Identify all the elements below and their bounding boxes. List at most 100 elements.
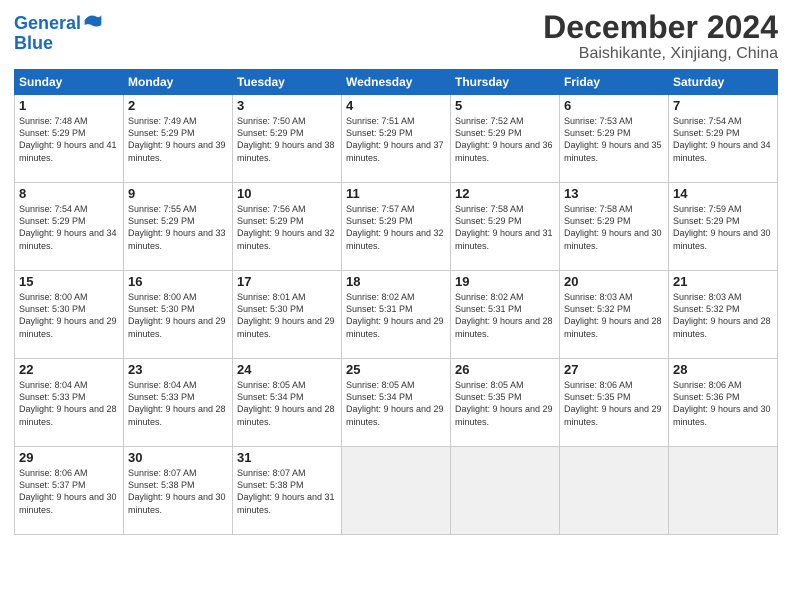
day-number: 12: [455, 186, 555, 201]
day-info: Sunrise: 8:05 AMSunset: 5:34 PMDaylight:…: [346, 379, 446, 428]
day-number: 13: [564, 186, 664, 201]
table-cell: 16 Sunrise: 8:00 AMSunset: 5:30 PMDayligh…: [124, 271, 233, 359]
day-info: Sunrise: 8:00 AMSunset: 5:30 PMDaylight:…: [19, 291, 119, 340]
table-cell: 27 Sunrise: 8:06 AMSunset: 5:35 PMDayligh…: [560, 359, 669, 447]
day-number: 9: [128, 186, 228, 201]
col-thursday: Thursday: [451, 70, 560, 95]
table-cell: 3 Sunrise: 7:50 AMSunset: 5:29 PMDaylight…: [233, 95, 342, 183]
day-number: 6: [564, 98, 664, 113]
day-info: Sunrise: 8:03 AMSunset: 5:32 PMDaylight:…: [564, 291, 664, 340]
table-cell: 13 Sunrise: 7:58 AMSunset: 5:29 PMDayligh…: [560, 183, 669, 271]
table-cell: [451, 447, 560, 535]
day-info: Sunrise: 7:54 AMSunset: 5:29 PMDaylight:…: [673, 115, 773, 164]
day-info: Sunrise: 7:59 AMSunset: 5:29 PMDaylight:…: [673, 203, 773, 252]
col-monday: Monday: [124, 70, 233, 95]
logo-text: General: [14, 14, 81, 34]
table-cell: 7 Sunrise: 7:54 AMSunset: 5:29 PMDaylight…: [669, 95, 778, 183]
day-number: 14: [673, 186, 773, 201]
day-number: 11: [346, 186, 446, 201]
day-number: 18: [346, 274, 446, 289]
table-cell: 18 Sunrise: 8:02 AMSunset: 5:31 PMDayligh…: [342, 271, 451, 359]
day-number: 5: [455, 98, 555, 113]
table-cell: 12Sunrise: 7:58 AMSunset: 5:29 PMDayligh…: [451, 183, 560, 271]
table-cell: 23Sunrise: 8:04 AMSunset: 5:33 PMDayligh…: [124, 359, 233, 447]
table-cell: 21Sunrise: 8:03 AMSunset: 5:32 PMDayligh…: [669, 271, 778, 359]
table-cell: 11Sunrise: 7:57 AMSunset: 5:29 PMDayligh…: [342, 183, 451, 271]
day-info: Sunrise: 8:02 AMSunset: 5:31 PMDaylight:…: [346, 291, 446, 340]
day-number: 24: [237, 362, 337, 377]
day-number: 1: [19, 98, 119, 113]
title-block: December 2024 Baishikante, Xinjiang, Chi…: [543, 10, 778, 63]
col-sunday: Sunday: [15, 70, 124, 95]
day-number: 7: [673, 98, 773, 113]
table-cell: 17 Sunrise: 8:01 AMSunset: 5:30 PMDayligh…: [233, 271, 342, 359]
table-cell: [669, 447, 778, 535]
day-info: Sunrise: 8:06 AMSunset: 5:37 PMDaylight:…: [19, 467, 119, 516]
table-cell: 30Sunrise: 8:07 AMSunset: 5:38 PMDayligh…: [124, 447, 233, 535]
logo-icon: [83, 10, 103, 30]
day-number: 2: [128, 98, 228, 113]
day-number: 26: [455, 362, 555, 377]
day-info: Sunrise: 8:07 AMSunset: 5:38 PMDaylight:…: [237, 467, 337, 516]
day-info: Sunrise: 8:06 AMSunset: 5:35 PMDaylight:…: [564, 379, 664, 428]
col-tuesday: Tuesday: [233, 70, 342, 95]
table-cell: 22Sunrise: 8:04 AMSunset: 5:33 PMDayligh…: [15, 359, 124, 447]
table-cell: 31Sunrise: 8:07 AMSunset: 5:38 PMDayligh…: [233, 447, 342, 535]
table-cell: 26 Sunrise: 8:05 AMSunset: 5:35 PMDayligh…: [451, 359, 560, 447]
header: General Blue December 2024 Baishikante, …: [14, 10, 778, 63]
table-cell: [560, 447, 669, 535]
day-info: Sunrise: 7:50 AMSunset: 5:29 PMDaylight:…: [237, 115, 337, 164]
day-number: 16: [128, 274, 228, 289]
table-cell: 6 Sunrise: 7:53 AMSunset: 5:29 PMDaylight…: [560, 95, 669, 183]
day-number: 25: [346, 362, 446, 377]
day-info: Sunrise: 8:02 AMSunset: 5:31 PMDaylight:…: [455, 291, 555, 340]
calendar-subtitle: Baishikante, Xinjiang, China: [543, 45, 778, 63]
day-info: Sunrise: 8:06 AMSunset: 5:36 PMDaylight:…: [673, 379, 773, 428]
table-cell: 20 Sunrise: 8:03 AMSunset: 5:32 PMDayligh…: [560, 271, 669, 359]
calendar-table: Sunday Monday Tuesday Wednesday Thursday…: [14, 69, 778, 535]
day-info: Sunrise: 7:48 AMSunset: 5:29 PMDaylight:…: [19, 115, 119, 164]
day-number: 21: [673, 274, 773, 289]
day-number: 19: [455, 274, 555, 289]
day-number: 15: [19, 274, 119, 289]
day-info: Sunrise: 7:49 AMSunset: 5:29 PMDaylight:…: [128, 115, 228, 164]
table-cell: 28 Sunrise: 8:06 AMSunset: 5:36 PMDayligh…: [669, 359, 778, 447]
day-number: 27: [564, 362, 664, 377]
table-cell: 25 Sunrise: 8:05 AMSunset: 5:34 PMDayligh…: [342, 359, 451, 447]
day-info: Sunrise: 8:07 AMSunset: 5:38 PMDaylight:…: [128, 467, 228, 516]
day-number: 22: [19, 362, 119, 377]
table-cell: 4 Sunrise: 7:51 AMSunset: 5:29 PMDaylight…: [342, 95, 451, 183]
table-cell: 29Sunrise: 8:06 AMSunset: 5:37 PMDayligh…: [15, 447, 124, 535]
day-number: 28: [673, 362, 773, 377]
day-number: 8: [19, 186, 119, 201]
day-number: 17: [237, 274, 337, 289]
col-wednesday: Wednesday: [342, 70, 451, 95]
day-number: 4: [346, 98, 446, 113]
table-cell: 14 Sunrise: 7:59 AMSunset: 5:29 PMDayligh…: [669, 183, 778, 271]
table-cell: 5 Sunrise: 7:52 AMSunset: 5:29 PMDaylight…: [451, 95, 560, 183]
table-cell: 15 Sunrise: 8:00 AMSunset: 5:30 PMDayligh…: [15, 271, 124, 359]
day-info: Sunrise: 8:00 AMSunset: 5:30 PMDaylight:…: [128, 291, 228, 340]
table-cell: 9 Sunrise: 7:55 AMSunset: 5:29 PMDaylight…: [124, 183, 233, 271]
day-info: Sunrise: 8:01 AMSunset: 5:30 PMDaylight:…: [237, 291, 337, 340]
table-cell: 1 Sunrise: 7:48 AMSunset: 5:29 PMDaylight…: [15, 95, 124, 183]
day-info: Sunrise: 7:56 AMSunset: 5:29 PMDaylight:…: [237, 203, 337, 252]
col-friday: Friday: [560, 70, 669, 95]
day-info: Sunrise: 7:58 AMSunset: 5:29 PMDaylight:…: [564, 203, 664, 252]
table-cell: [342, 447, 451, 535]
calendar-title: December 2024: [543, 10, 778, 45]
main-container: General Blue December 2024 Baishikante, …: [0, 0, 792, 612]
day-info: Sunrise: 7:53 AMSunset: 5:29 PMDaylight:…: [564, 115, 664, 164]
day-info: Sunrise: 7:51 AMSunset: 5:29 PMDaylight:…: [346, 115, 446, 164]
day-info: Sunrise: 7:54 AMSunset: 5:29 PMDaylight:…: [19, 203, 119, 252]
logo: General Blue: [14, 14, 103, 54]
day-info: Sunrise: 8:05 AMSunset: 5:35 PMDaylight:…: [455, 379, 555, 428]
table-cell: 19 Sunrise: 8:02 AMSunset: 5:31 PMDayligh…: [451, 271, 560, 359]
day-number: 20: [564, 274, 664, 289]
day-number: 3: [237, 98, 337, 113]
table-cell: 10 Sunrise: 7:56 AMSunset: 5:29 PMDayligh…: [233, 183, 342, 271]
table-cell: 8 Sunrise: 7:54 AMSunset: 5:29 PMDaylight…: [15, 183, 124, 271]
day-info: Sunrise: 7:55 AMSunset: 5:29 PMDaylight:…: [128, 203, 228, 252]
day-info: Sunrise: 7:52 AMSunset: 5:29 PMDaylight:…: [455, 115, 555, 164]
day-number: 10: [237, 186, 337, 201]
